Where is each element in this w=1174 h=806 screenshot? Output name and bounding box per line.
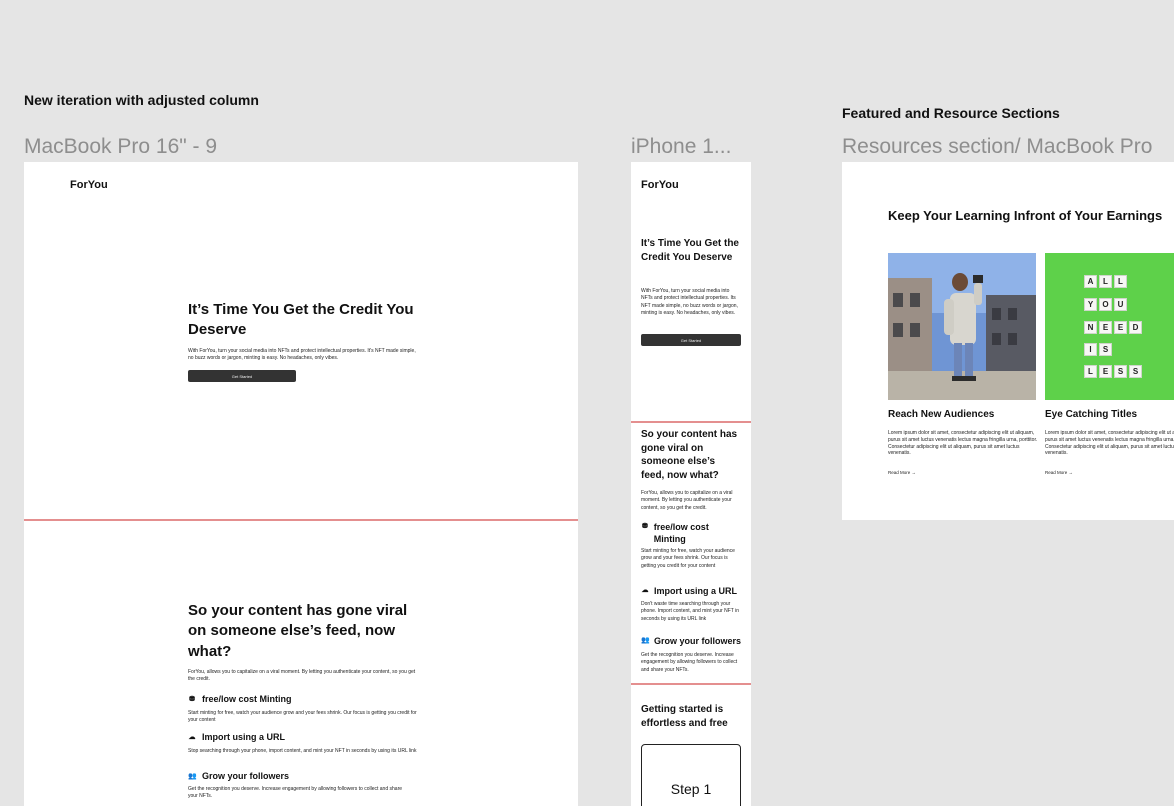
feature-followers: 👥 Grow your followers (641, 636, 741, 648)
get-started-button[interactable]: Get Started (641, 334, 741, 346)
feature-body: Don't waste time searching through your … (641, 601, 740, 622)
tile-row: L E S S (1084, 365, 1142, 378)
coins-icon: ⛃ (641, 523, 648, 530)
feature-import: ☁ Import using a URL (188, 732, 286, 742)
feature-title: free/low cost Minting (202, 694, 292, 704)
people-icon: 👥 (188, 773, 197, 780)
viral-body: ForYou, allows you to capitalize on a vi… (188, 669, 416, 683)
feature-title: Import using a URL (202, 732, 285, 742)
get-started-button[interactable]: Get Started (188, 370, 296, 382)
letter-tile: E (1099, 365, 1112, 378)
resources-heading: Keep Your Learning Infront of Your Earni… (888, 208, 1163, 223)
feature-title: Import using a URL (654, 586, 737, 596)
letter-tile: L (1114, 275, 1127, 288)
card-title[interactable]: Reach New Audiences (888, 409, 994, 420)
letter-tile: O (1099, 298, 1112, 311)
letter-tile: I (1084, 343, 1097, 356)
iphone-frame[interactable]: ForYou It’s Time You Get the Credit You … (631, 162, 751, 806)
section-divider (24, 519, 578, 521)
card-body: Lorem ipsum dolor sit amet, consectetur … (1045, 430, 1174, 457)
feature-title: Grow your followers (202, 771, 290, 781)
brand-logo: ForYou (70, 179, 108, 191)
section-divider (631, 421, 751, 423)
letter-tile: S (1114, 365, 1127, 378)
article-image[interactable]: A L L Y O U N E E D I S L E S S (1045, 253, 1174, 400)
people-icon: 👥 (641, 637, 650, 644)
card-title[interactable]: Eye Catching Titles (1045, 409, 1137, 420)
letter-tile: S (1129, 365, 1142, 378)
frame-title-resources[interactable]: Resources section/ MacBook Pro (842, 135, 1174, 159)
tile-row: A L L (1084, 275, 1127, 288)
macbook-frame[interactable]: ForYou It’s Time You Get the Credit You … (24, 162, 578, 806)
hero-title: It’s Time You Get the Credit You Deserve (641, 238, 739, 263)
letter-tile: L (1099, 275, 1112, 288)
frame-title-macbook[interactable]: MacBook Pro 16" - 9 (24, 135, 217, 159)
viral-title: So your content has gone viral on someon… (641, 429, 738, 481)
feature-body: Get the recognition you deserve. Increas… (641, 652, 738, 673)
feature-title: Grow your followers (654, 636, 742, 646)
tile-row: N E E D (1084, 321, 1142, 334)
letter-tile: D (1129, 321, 1142, 334)
hero-title: It’s Time You Get the Credit You Deserve (188, 301, 414, 339)
letter-tile: N (1084, 321, 1097, 334)
canvas-section-label: New iteration with adjusted column (24, 92, 259, 108)
canvas-section-label: Featured and Resource Sections (842, 105, 1060, 121)
hero-body: With ForYou, turn your social media into… (641, 288, 738, 316)
step-label: Step 1 (670, 781, 712, 797)
tile-row: I S (1084, 343, 1112, 356)
letter-tile: E (1099, 321, 1112, 334)
brand-logo: ForYou (641, 179, 679, 191)
cloud-upload-icon: ☁ (188, 734, 196, 741)
feature-minting: ⛃ free/low cost Minting (188, 694, 292, 704)
feature-followers: 👥 Grow your followers (188, 771, 289, 781)
feature-body: Start minting for free, watch your audie… (641, 548, 735, 569)
tile-row: Y O U (1084, 298, 1127, 311)
hero-body: With ForYou, turn your social media into… (188, 348, 416, 362)
letter-tile: Y (1084, 298, 1097, 311)
viral-body: ForYou, allows you to capitalize on a vi… (641, 490, 733, 511)
getting-started-title: Getting started is effortless and free (641, 704, 728, 729)
viral-title: So your content has gone viral on someon… (188, 602, 408, 660)
letter-tile: L (1084, 365, 1097, 378)
read-more-link[interactable]: Read More → (1045, 470, 1073, 475)
coins-icon: ⛃ (189, 696, 195, 703)
feature-body: Stop searching through your phone, impor… (188, 748, 417, 754)
feature-body: Get the recognition you deserve. Increas… (188, 786, 403, 800)
feature-import: ☁ Import using a URL (641, 586, 741, 598)
resources-frame[interactable]: Keep Your Learning Infront of Your Earni… (842, 162, 1174, 520)
section-divider (631, 683, 751, 685)
feature-body: Start minting for free, watch your audie… (188, 710, 417, 724)
article-image[interactable] (888, 253, 1036, 400)
letter-tile: U (1114, 298, 1127, 311)
letter-tile: E (1114, 321, 1127, 334)
woman-photo-image (888, 253, 1036, 400)
step-card[interactable]: Step 1 (641, 744, 741, 806)
feature-minting: ⛃ free/low cost Minting (641, 522, 741, 545)
cloud-upload-icon: ☁ (641, 587, 649, 594)
feature-title: free/low cost Minting (653, 522, 709, 544)
read-more-link[interactable]: Read More → (888, 470, 916, 475)
card-body: Lorem ipsum dolor sit amet, consectetur … (888, 430, 1038, 457)
letter-tile: A (1084, 275, 1097, 288)
letter-tile: S (1099, 343, 1112, 356)
frame-title-iphone[interactable]: iPhone 1... (631, 135, 751, 159)
